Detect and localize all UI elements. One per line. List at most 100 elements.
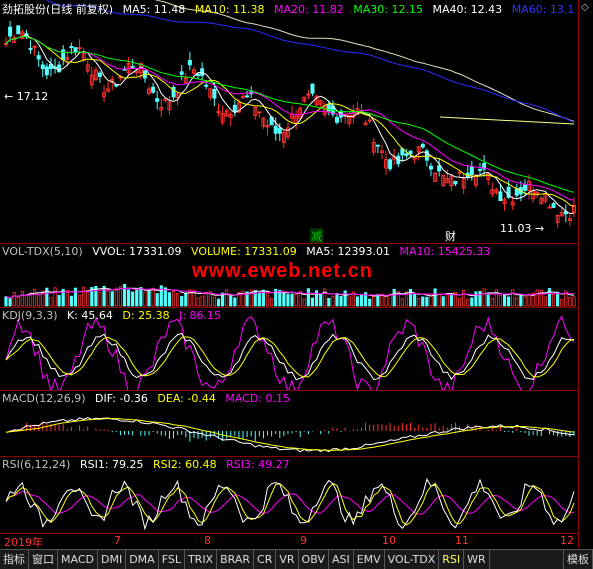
candle-body [241,95,246,98]
volume-bar [572,296,576,307]
volume-bar [33,288,37,307]
volume-bar [147,290,151,307]
volume-bar [392,288,396,307]
tab-dma[interactable]: DMA [126,550,159,569]
tab-fsl[interactable]: FSL [159,550,185,569]
tab-asi[interactable]: ASI [329,550,354,569]
ma60-line [45,0,575,123]
tab-macd[interactable]: MACD [58,550,98,569]
volume-bar [319,293,323,307]
tab-rsi[interactable]: RSI [439,550,465,569]
volume-bar [294,293,298,307]
volume-bar [502,293,507,307]
price-header: 劲拓股份(日线 前复权) MA5: 11.48 MA10: 11.38 MA20… [2,1,580,17]
kdj-pane[interactable]: KDJ(9,3,3) K: 45.64 D: 25.38 J: 86.15 [0,307,578,391]
candle-body [273,125,278,134]
candle-body [277,127,282,134]
tab-template[interactable]: 模板 [563,550,593,569]
volume-bar [37,294,41,307]
volume-bar [139,287,143,307]
volume-bar [118,286,123,307]
volume-bar [302,298,306,307]
tab-vr[interactable]: VR [276,550,299,569]
macd-pane[interactable]: MACD(12,26,9) DIF: -0.36 DEA: -0.44 MACD… [0,390,578,456]
volume-bar [65,289,69,307]
candle-body [245,95,250,98]
volume-bar [568,296,572,307]
candle-body [28,47,33,50]
tab-vol-tdx[interactable]: VOL-TDX [385,550,440,569]
time-label-nov: 11 [455,534,469,547]
candle-body [420,143,425,148]
volume-bar [110,291,114,307]
tab-brar[interactable]: BRAR [217,550,255,569]
volume-bar [482,288,486,307]
kdj-k-label: K: 45.64 [67,309,113,322]
vol-title: VOL-TDX(5,10) [2,245,83,258]
candle-body [428,165,433,170]
kdj-d-label: D: 25.38 [122,309,170,322]
volume-bar [368,298,372,307]
volume-bar [547,288,552,307]
volume-bar [53,287,57,307]
volume-bar [286,294,290,307]
ma10-label: MA10: 11.38 [194,3,265,16]
candle-body [212,88,217,99]
time-label-dec: 12 [560,534,574,547]
volume-bar [535,289,539,307]
ma5-label: MA5: 11.48 [122,3,186,16]
rsi-pane[interactable]: RSI(6,12,24) RSI1: 79.25 RSI2: 60.48 RSI… [0,456,578,533]
diamond-icon[interactable]: ◇ [581,2,589,13]
macd-value-label: MACD: 0.15 [225,392,290,405]
tab-window[interactable]: 窗口 [29,550,58,569]
rsi2-label: RSI2: 60.48 [153,458,217,471]
ma20-label: MA20: 11.82 [274,3,344,16]
volume-bar [425,296,429,307]
tab-wr[interactable]: WR [464,550,490,569]
macd-header: MACD(12,26,9) DIF: -0.36 DEA: -0.44 MACD… [2,392,296,405]
time-label-jul: 7 [114,534,121,547]
candle-body [151,86,156,93]
tab-indicator[interactable]: 指标 [0,550,29,569]
volume-bar [171,290,176,307]
trend-line [439,116,575,125]
volume-bar [413,293,417,307]
volume-bar [551,293,556,307]
volume-bar [339,295,343,307]
volume-bar [278,289,282,307]
volume-bar [114,287,118,307]
tab-emv[interactable]: EMV [354,550,385,569]
volume-bar [200,295,204,307]
volume-bar [507,296,511,307]
volume-bar [229,295,233,307]
volume-bar [270,297,274,307]
price-pane[interactable]: 劲拓股份(日线 前复权) MA5: 11.48 MA10: 11.38 MA20… [0,0,580,244]
candle-body [73,47,78,53]
volume-header: VOL-TDX(5,10) VVOL: 17331.09 VOLUME: 173… [2,245,496,258]
volume-bar [216,298,221,307]
tab-dmi[interactable]: DMI [98,550,127,569]
volume-bar [163,287,167,307]
volume-bar [225,289,229,307]
tab-obv[interactable]: OBV [299,550,329,569]
volume-bar [323,288,327,307]
volume-bar [8,298,12,307]
volume-bar [265,291,270,307]
volume-bar [86,289,90,307]
macd-dea-label: DEA: -0.44 [157,392,216,405]
volume-bar [335,293,339,307]
volume-bar [77,294,82,307]
candle-body [97,72,102,77]
candle-body [36,55,41,60]
candlestick-chart [4,0,576,228]
volume-bar [212,296,217,307]
tab-cr[interactable]: CR [254,550,277,569]
volume-bar [376,294,380,307]
tab-trix[interactable]: TRIX [185,550,218,569]
volume-bar [73,287,78,307]
volume-bar [466,298,470,307]
volume-bar [527,293,531,307]
volume-bar [441,296,445,307]
kline-window: 劲拓股份(日线 前复权) MA5: 11.48 MA10: 11.38 MA20… [0,0,593,569]
volume-bar [511,289,515,307]
